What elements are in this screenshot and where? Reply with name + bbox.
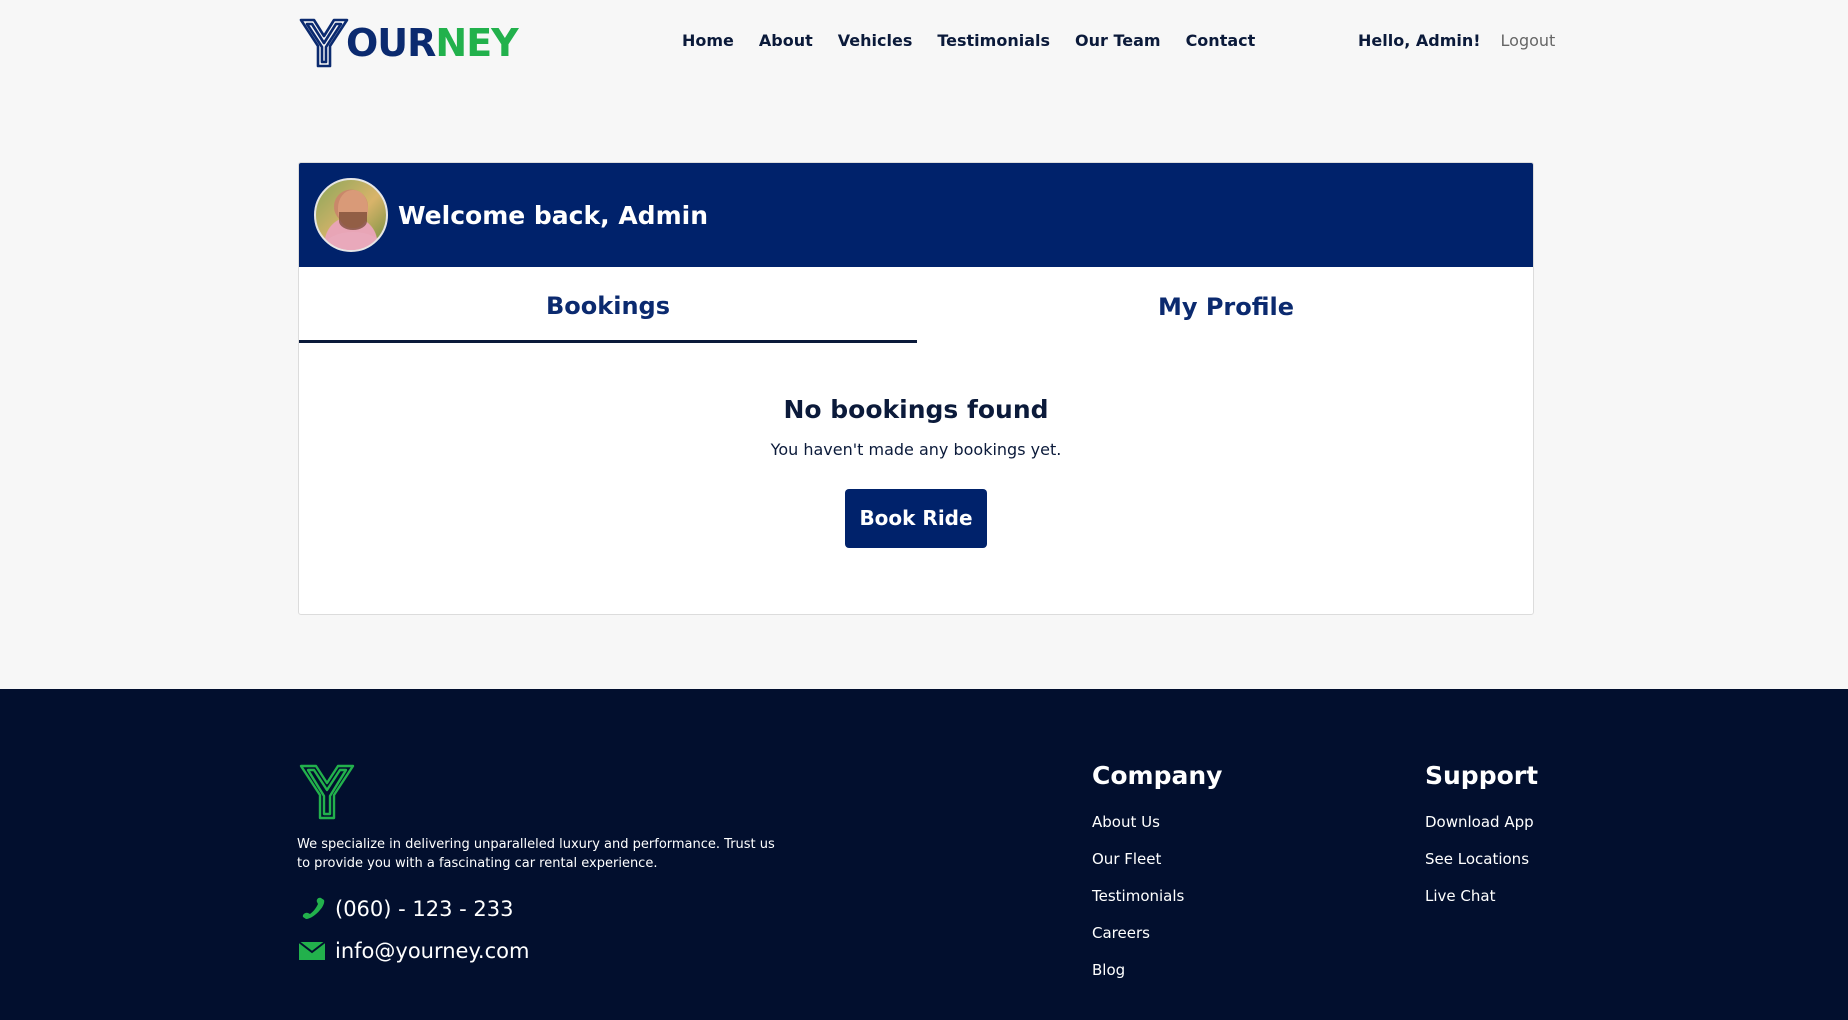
- tab-my-profile[interactable]: My Profile: [917, 267, 1533, 343]
- footer-description: We specialize in delivering unparalleled…: [297, 837, 775, 871]
- empty-state-subtitle: You haven't made any bookings yet.: [770, 440, 1062, 459]
- footer-support-heading: Support: [1425, 761, 1539, 790]
- footer-phone[interactable]: (060) - 123 - 233: [298, 897, 514, 921]
- mail-icon: [298, 941, 326, 960]
- tab-bookings[interactable]: Bookings: [299, 267, 917, 343]
- footer-link-testimonials[interactable]: Testimonials: [1092, 886, 1222, 923]
- dashboard-tabs: Bookings My Profile: [299, 267, 1533, 347]
- dashboard-card: Welcome back, Admin Bookings My Profile …: [298, 162, 1534, 615]
- footer-link-live-chat[interactable]: Live Chat: [1425, 886, 1538, 923]
- nav-our-team[interactable]: Our Team: [1075, 31, 1161, 50]
- user-area: Hello, Admin! Logout: [1358, 31, 1555, 50]
- footer-link-download-app[interactable]: Download App: [1425, 812, 1538, 849]
- user-greeting: Hello, Admin!: [1358, 31, 1481, 50]
- nav-contact[interactable]: Contact: [1186, 31, 1256, 50]
- logo-wordmark: OURNEY: [346, 21, 519, 65]
- footer-email[interactable]: info@yourney.com: [298, 939, 529, 963]
- empty-state-title: No bookings found: [783, 395, 1049, 424]
- yourney-logo-icon: [299, 18, 349, 68]
- nav-testimonials[interactable]: Testimonials: [937, 31, 1050, 50]
- footer-link-blog[interactable]: Blog: [1092, 960, 1222, 997]
- welcome-banner: Welcome back, Admin: [299, 163, 1533, 267]
- footer-company-column: Company About Us Our Fleet Testimonials …: [1092, 761, 1222, 997]
- site-footer: We specialize in delivering unparalleled…: [0, 689, 1848, 1020]
- footer-company-heading: Company: [1092, 761, 1223, 790]
- avatar-beard: [339, 212, 367, 230]
- welcome-heading: Welcome back, Admin: [398, 200, 708, 230]
- phone-number: (060) - 123 - 233: [335, 897, 514, 921]
- book-ride-button[interactable]: Book Ride: [845, 489, 987, 548]
- avatar-shirt: [324, 232, 382, 250]
- empty-state: No bookings found You haven't made any b…: [299, 395, 1533, 548]
- nav-vehicles[interactable]: Vehicles: [838, 31, 913, 50]
- footer-link-about-us[interactable]: About Us: [1092, 812, 1222, 849]
- nav-about[interactable]: About: [759, 31, 813, 50]
- footer-link-see-locations[interactable]: See Locations: [1425, 849, 1538, 886]
- phone-icon: [302, 897, 325, 919]
- email-address: info@yourney.com: [335, 939, 530, 963]
- footer-link-careers[interactable]: Careers: [1092, 923, 1222, 960]
- main-nav: Home About Vehicles Testimonials Our Tea…: [682, 31, 1280, 50]
- footer-link-our-fleet[interactable]: Our Fleet: [1092, 849, 1222, 886]
- logout-link[interactable]: Logout: [1501, 31, 1556, 50]
- footer-support-column: Support Download App See Locations Live …: [1425, 761, 1538, 923]
- footer-logo-icon: [299, 764, 355, 820]
- site-header: OURNEY Home About Vehicles Testimonials …: [0, 0, 1848, 86]
- nav-home[interactable]: Home: [682, 31, 734, 50]
- brand-logo[interactable]: OURNEY: [298, 16, 519, 70]
- user-avatar: [314, 178, 388, 252]
